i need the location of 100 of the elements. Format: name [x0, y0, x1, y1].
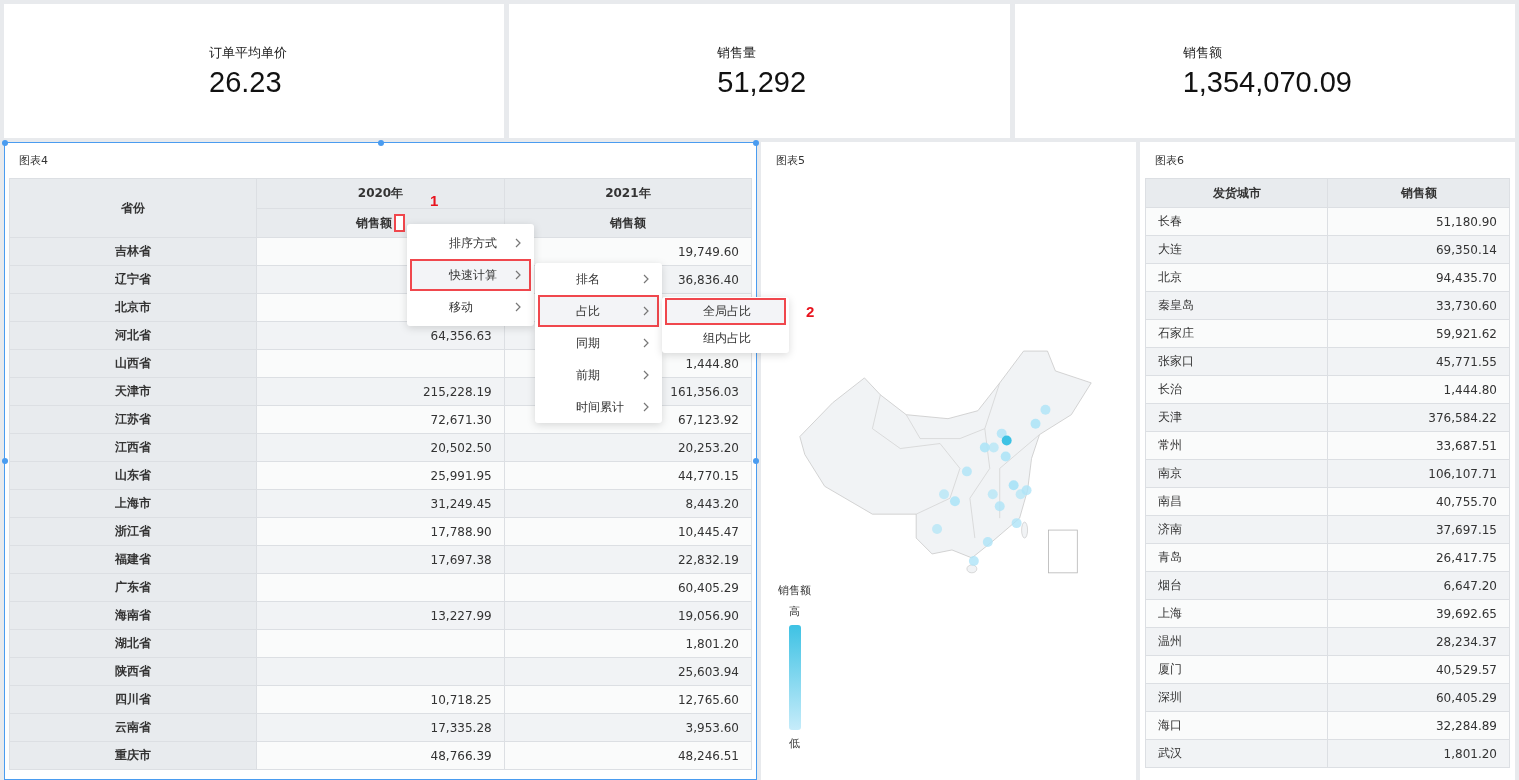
table-cell: 20,253.20 — [504, 433, 752, 462]
table-cell: 60,405.29 — [1327, 683, 1510, 712]
table-cell: 31,249.45 — [256, 489, 505, 518]
table-cell: 28,234.37 — [1327, 627, 1510, 656]
kpi-label: 订单平均单价 — [209, 43, 287, 62]
row-header-cell: 湖北省 — [9, 629, 257, 658]
table-cell: 25,991.95 — [256, 461, 505, 490]
kpi-value: 26.23 — [209, 65, 282, 99]
row-header-cell: 云南省 — [9, 713, 257, 742]
row-header-cell: 海南省 — [9, 601, 257, 630]
table-cell: 59,921.62 — [1327, 319, 1510, 348]
table-cell: 22,832.19 — [504, 545, 752, 574]
table-cell: 40,529.57 — [1327, 655, 1510, 684]
row-header-cell: 浙江省 — [9, 517, 257, 546]
kpi-value: 1,354,070.09 — [1182, 65, 1352, 99]
table-cell: 青岛 — [1145, 543, 1328, 572]
kpi-value: 51,292 — [717, 65, 807, 99]
table-cell: 6,647.20 — [1327, 571, 1510, 600]
resize-handle[interactable] — [377, 140, 384, 146]
row-header-cell: 上海市 — [9, 489, 257, 518]
kpi-label: 销售额 — [1182, 43, 1222, 62]
header-label: 销售额 — [356, 215, 392, 230]
header-cell: 销售额 — [1327, 178, 1510, 208]
table-cell: 10,445.47 — [504, 517, 752, 546]
table-cell: 温州 — [1145, 627, 1328, 656]
row-header-cell: 山东省 — [9, 461, 257, 490]
row-header-cell: 福建省 — [9, 545, 257, 574]
table-cell: 19,056.90 — [504, 601, 752, 630]
table-cell: 济南 — [1145, 515, 1328, 544]
header-cell: 省份 — [9, 178, 257, 238]
table-cell: 69,350.14 — [1327, 235, 1510, 264]
menu-item[interactable]: 全局占比 — [665, 298, 786, 325]
chevron-icon — [643, 370, 649, 380]
table-cell: 烟台 — [1145, 571, 1328, 600]
resize-handle[interactable] — [2, 140, 8, 146]
kpi-label: 销售量 — [717, 43, 757, 62]
table-cell: 215,228.19 — [256, 377, 505, 406]
table-cell: 48,246.51 — [504, 741, 752, 770]
table-cell: 大连 — [1145, 235, 1328, 264]
table-cell: 上海 — [1145, 599, 1328, 628]
resize-handle[interactable] — [2, 458, 8, 464]
table-cell: 17,335.28 — [256, 713, 505, 742]
table-cell: 1,444.80 — [1327, 375, 1510, 404]
chevron-icon — [515, 238, 521, 248]
chevron-icon — [643, 402, 649, 412]
table-cell: 武汉 — [1145, 739, 1328, 768]
row-header-cell: 江苏省 — [9, 405, 257, 434]
row-header-cell: 四川省 — [9, 685, 257, 714]
row-header-cell: 河北省 — [9, 321, 257, 350]
chevron-icon — [643, 306, 649, 316]
table-cell: 40,755.70 — [1327, 487, 1510, 516]
row-header-cell: 吉林省 — [9, 237, 257, 266]
table-cell: 32,284.89 — [1327, 711, 1510, 740]
callout-number: 1 — [430, 192, 439, 209]
legend-label: 低 — [789, 736, 800, 751]
table-cell: 海口 — [1145, 711, 1328, 740]
row-header-cell: 广东省 — [9, 573, 257, 602]
table-cell: 8,443.20 — [504, 489, 752, 518]
legend-label: 高 — [789, 604, 800, 619]
row-header-cell: 陕西省 — [9, 657, 257, 686]
table-cell: 33,687.51 — [1327, 431, 1510, 460]
chart-title: 图表4 — [18, 153, 48, 169]
table-cell: 10,718.25 — [256, 685, 505, 714]
sort-trigger[interactable] — [394, 214, 405, 232]
resize-handle[interactable] — [753, 140, 759, 146]
row-header-cell: 重庆市 — [9, 741, 257, 770]
table-cell: 厦门 — [1145, 655, 1328, 684]
table-cell: 33,730.60 — [1327, 291, 1510, 320]
chevron-icon — [515, 270, 521, 280]
table-cell: 3,953.60 — [504, 713, 752, 742]
chevron-icon — [643, 338, 649, 348]
table-cell: 25,603.94 — [504, 657, 752, 686]
table-cell: 1,801.20 — [504, 629, 752, 658]
table-cell: 17,697.38 — [256, 545, 505, 574]
header-cell: 2021年 — [504, 178, 752, 209]
table-cell: 44,770.15 — [504, 461, 752, 490]
row-header-cell: 北京市 — [9, 293, 257, 322]
chevron-icon — [643, 274, 649, 284]
menu-item[interactable]: 占比 — [538, 295, 659, 327]
table-cell: 秦皇岛 — [1145, 291, 1328, 320]
table-cell: 常州 — [1145, 431, 1328, 460]
table-cell: 1,801.20 — [1327, 739, 1510, 768]
table-cell: 12,765.60 — [504, 685, 752, 714]
callout-number: 2 — [806, 303, 815, 320]
table-cell: 张家口 — [1145, 347, 1328, 376]
row-header-cell: 天津市 — [9, 377, 257, 406]
table-cell: 26,417.75 — [1327, 543, 1510, 572]
table-cell: 北京 — [1145, 263, 1328, 292]
menu-item[interactable]: 快速计算 — [410, 259, 531, 291]
resize-handle[interactable] — [753, 458, 759, 464]
row-header-cell: 江西省 — [9, 433, 257, 462]
table-cell: 20,502.50 — [256, 433, 505, 462]
table-cell: 长春 — [1145, 207, 1328, 236]
chevron-icon — [515, 302, 521, 312]
chart-title: 图表6 — [1154, 153, 1184, 169]
table-cell: 60,405.29 — [504, 573, 752, 602]
table-cell: 南京 — [1145, 459, 1328, 488]
table-cell: 37,697.15 — [1327, 515, 1510, 544]
legend-title: 销售额 — [778, 583, 811, 598]
chart-title: 图表5 — [775, 153, 805, 169]
